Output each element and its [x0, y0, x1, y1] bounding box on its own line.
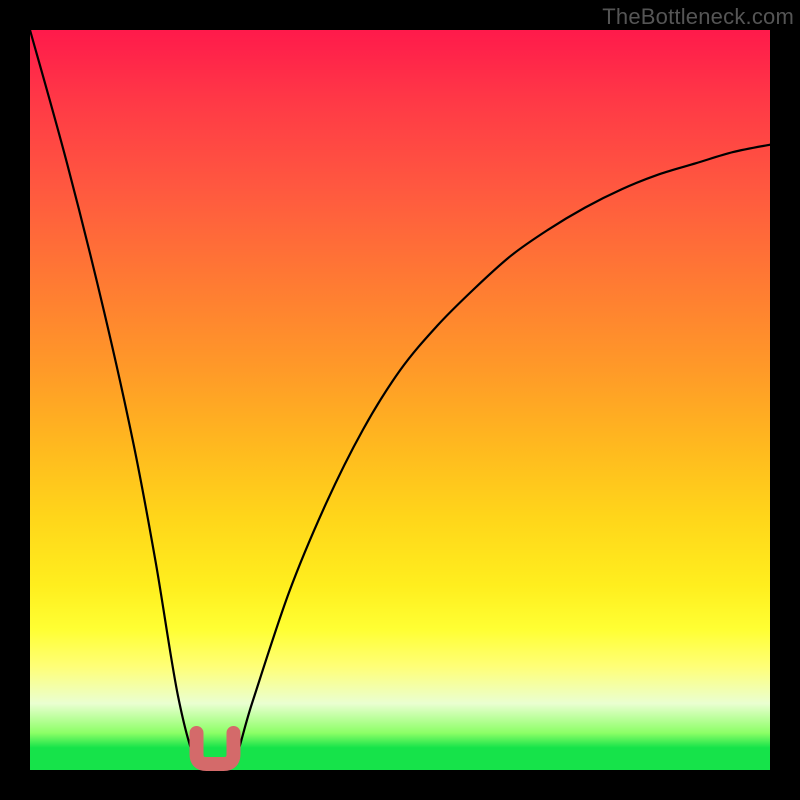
watermark-text: TheBottleneck.com [602, 4, 794, 30]
curve-layer [30, 30, 770, 770]
plot-area [30, 30, 770, 770]
bottleneck-curve [30, 30, 770, 771]
chart-frame: TheBottleneck.com [0, 0, 800, 800]
dip-marker [197, 733, 234, 764]
